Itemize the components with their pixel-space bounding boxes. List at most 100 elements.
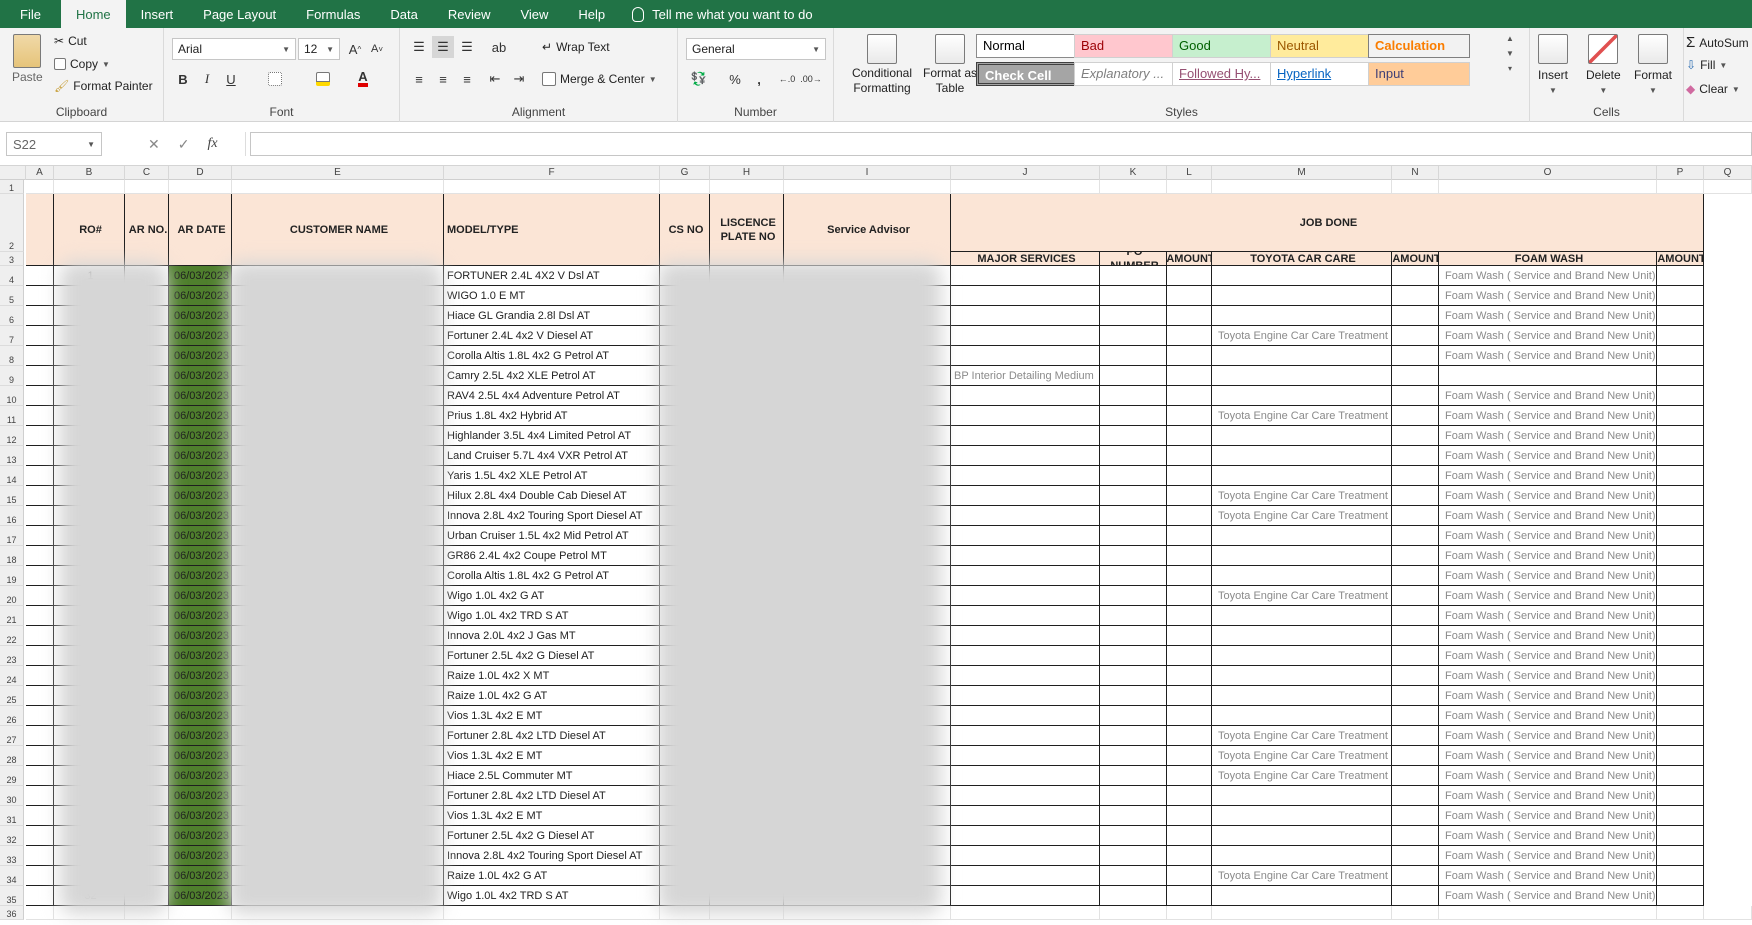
paste-button[interactable]: Paste bbox=[12, 34, 43, 84]
table-cell-amount[interactable] bbox=[1657, 726, 1704, 746]
cancel-icon[interactable]: ✕ bbox=[148, 136, 160, 153]
decrease-indent-button[interactable]: ⇤ bbox=[484, 68, 506, 90]
table-cell[interactable] bbox=[26, 386, 54, 406]
table-cell-ar-date[interactable]: 06/03/2023 bbox=[169, 406, 232, 426]
table-cell-po[interactable] bbox=[1100, 866, 1167, 886]
table-cell-major[interactable] bbox=[951, 346, 1100, 366]
table-cell-model[interactable]: Innova 2.8L 4x2 Touring Sport Diesel AT bbox=[444, 846, 660, 866]
table-cell-major[interactable] bbox=[951, 846, 1100, 866]
table-cell-po[interactable] bbox=[1100, 686, 1167, 706]
table-cell-amount[interactable] bbox=[1392, 466, 1439, 486]
table-cell-amount[interactable] bbox=[1392, 606, 1439, 626]
table-cell-major[interactable] bbox=[951, 566, 1100, 586]
header-foam-wash[interactable]: FOAM WASH bbox=[1439, 252, 1657, 266]
table-cell-ar-date[interactable]: 06/03/2023 bbox=[169, 766, 232, 786]
tab-data[interactable]: Data bbox=[375, 0, 432, 28]
table-cell-major[interactable] bbox=[951, 266, 1100, 286]
table-cell-amount[interactable] bbox=[1392, 346, 1439, 366]
table-cell-car-care[interactable] bbox=[1212, 646, 1392, 666]
table-cell-amount[interactable] bbox=[1167, 766, 1212, 786]
table-cell-ar-date[interactable]: 06/03/2023 bbox=[169, 386, 232, 406]
table-cell[interactable] bbox=[26, 466, 54, 486]
table-cell-amount[interactable] bbox=[1392, 886, 1439, 906]
table-cell-amount[interactable] bbox=[1392, 386, 1439, 406]
table-cell-amount[interactable] bbox=[1392, 626, 1439, 646]
table-cell-ar-date[interactable]: 06/03/2023 bbox=[169, 846, 232, 866]
table-cell-ar-date[interactable]: 06/03/2023 bbox=[169, 366, 232, 386]
table-cell-model[interactable]: Wigo 1.0L 4x2 TRD S AT bbox=[444, 886, 660, 906]
empty-cell[interactable] bbox=[169, 906, 232, 920]
header-toyota-car-care[interactable]: TOYOTA CAR CARE bbox=[1212, 252, 1392, 266]
table-cell-amount[interactable] bbox=[1657, 406, 1704, 426]
table-cell-foam-wash[interactable]: Foam Wash ( Service and Brand New Unit) bbox=[1439, 866, 1657, 886]
table-cell-amount[interactable] bbox=[1167, 366, 1212, 386]
table-cell-ar-date[interactable]: 06/03/2023 bbox=[169, 566, 232, 586]
table-cell-model[interactable]: Wigo 1.0L 4x2 TRD S AT bbox=[444, 606, 660, 626]
table-cell[interactable] bbox=[26, 666, 54, 686]
font-color-button[interactable]: A bbox=[352, 68, 374, 90]
table-cell-amount[interactable] bbox=[1392, 506, 1439, 526]
table-cell-model[interactable]: Innova 2.0L 4x2 J Gas MT bbox=[444, 626, 660, 646]
table-cell-foam-wash[interactable]: Foam Wash ( Service and Brand New Unit) bbox=[1439, 386, 1657, 406]
table-cell-model[interactable]: Innova 2.8L 4x2 Touring Sport Diesel AT bbox=[444, 506, 660, 526]
table-cell[interactable] bbox=[26, 606, 54, 626]
table-cell[interactable] bbox=[26, 746, 54, 766]
underline-button[interactable]: U bbox=[220, 68, 242, 90]
table-cell-foam-wash[interactable]: Foam Wash ( Service and Brand New Unit) bbox=[1439, 326, 1657, 346]
empty-cell[interactable] bbox=[232, 180, 444, 194]
table-cell-po[interactable] bbox=[1100, 566, 1167, 586]
row-header[interactable]: 13 bbox=[0, 446, 24, 466]
column-header-k[interactable]: K bbox=[1100, 166, 1167, 180]
table-cell-po[interactable] bbox=[1100, 586, 1167, 606]
delete-cells-button[interactable]: Delete ▼ bbox=[1586, 34, 1621, 95]
table-cell-foam-wash[interactable]: Foam Wash ( Service and Brand New Unit) bbox=[1439, 826, 1657, 846]
table-cell-amount[interactable] bbox=[1392, 426, 1439, 446]
table-cell-amount[interactable] bbox=[1392, 726, 1439, 746]
table-cell-amount[interactable] bbox=[1167, 726, 1212, 746]
tab-formulas[interactable]: Formulas bbox=[291, 0, 375, 28]
table-cell-po[interactable] bbox=[1100, 406, 1167, 426]
header-ar-date[interactable]: AR DATE bbox=[169, 194, 232, 266]
table-cell-model[interactable]: Wigo 1.0L 4x2 G AT bbox=[444, 586, 660, 606]
column-header-g[interactable]: G bbox=[660, 166, 710, 180]
table-cell-car-care[interactable] bbox=[1212, 346, 1392, 366]
table-cell-po[interactable] bbox=[1100, 886, 1167, 906]
table-cell[interactable] bbox=[26, 686, 54, 706]
table-cell-amount[interactable] bbox=[1167, 866, 1212, 886]
empty-cell[interactable] bbox=[1704, 906, 1752, 920]
table-cell-amount[interactable] bbox=[1167, 746, 1212, 766]
table-cell-model[interactable]: Urban Cruiser 1.5L 4x2 Mid Petrol AT bbox=[444, 526, 660, 546]
table-cell-amount[interactable] bbox=[1392, 786, 1439, 806]
row-header[interactable]: 8 bbox=[0, 346, 24, 366]
table-cell-car-care[interactable]: Toyota Engine Car Care Treatment bbox=[1212, 866, 1392, 886]
table-cell-amount[interactable] bbox=[1167, 306, 1212, 326]
column-header-b[interactable]: B bbox=[54, 166, 125, 180]
table-cell-amount[interactable] bbox=[1167, 286, 1212, 306]
table-cell-major[interactable] bbox=[951, 326, 1100, 346]
table-cell-amount[interactable] bbox=[1657, 846, 1704, 866]
table-cell-amount[interactable] bbox=[1657, 666, 1704, 686]
row-header[interactable]: 32 bbox=[0, 826, 24, 846]
header-po-number[interactable]: PO NUMBER bbox=[1100, 252, 1167, 266]
table-cell-po[interactable] bbox=[1100, 506, 1167, 526]
font-size-dropdown[interactable]: 12 ▼ bbox=[298, 38, 340, 60]
table-cell-amount[interactable] bbox=[1392, 526, 1439, 546]
table-cell-foam-wash[interactable]: Foam Wash ( Service and Brand New Unit) bbox=[1439, 346, 1657, 366]
table-cell-amount[interactable] bbox=[1392, 486, 1439, 506]
row-header[interactable]: 35 bbox=[0, 886, 24, 906]
column-header-i[interactable]: I bbox=[784, 166, 951, 180]
table-cell-foam-wash[interactable]: Foam Wash ( Service and Brand New Unit) bbox=[1439, 426, 1657, 446]
table-cell[interactable] bbox=[26, 306, 54, 326]
table-cell-car-care[interactable] bbox=[1212, 666, 1392, 686]
table-cell-major[interactable] bbox=[951, 686, 1100, 706]
row-header[interactable]: 36 bbox=[0, 906, 24, 920]
tab-help[interactable]: Help bbox=[563, 0, 620, 28]
table-cell-amount[interactable] bbox=[1392, 766, 1439, 786]
table-cell-car-care[interactable] bbox=[1212, 806, 1392, 826]
table-cell-model[interactable]: Camry 2.5L 4x2 XLE Petrol AT bbox=[444, 366, 660, 386]
tell-me-box[interactable]: Tell me what you want to do bbox=[632, 6, 813, 22]
table-cell-model[interactable]: Vios 1.3L 4x2 E MT bbox=[444, 706, 660, 726]
row-header[interactable]: 27 bbox=[0, 726, 24, 746]
table-cell-amount[interactable] bbox=[1657, 566, 1704, 586]
table-cell-amount[interactable] bbox=[1167, 786, 1212, 806]
